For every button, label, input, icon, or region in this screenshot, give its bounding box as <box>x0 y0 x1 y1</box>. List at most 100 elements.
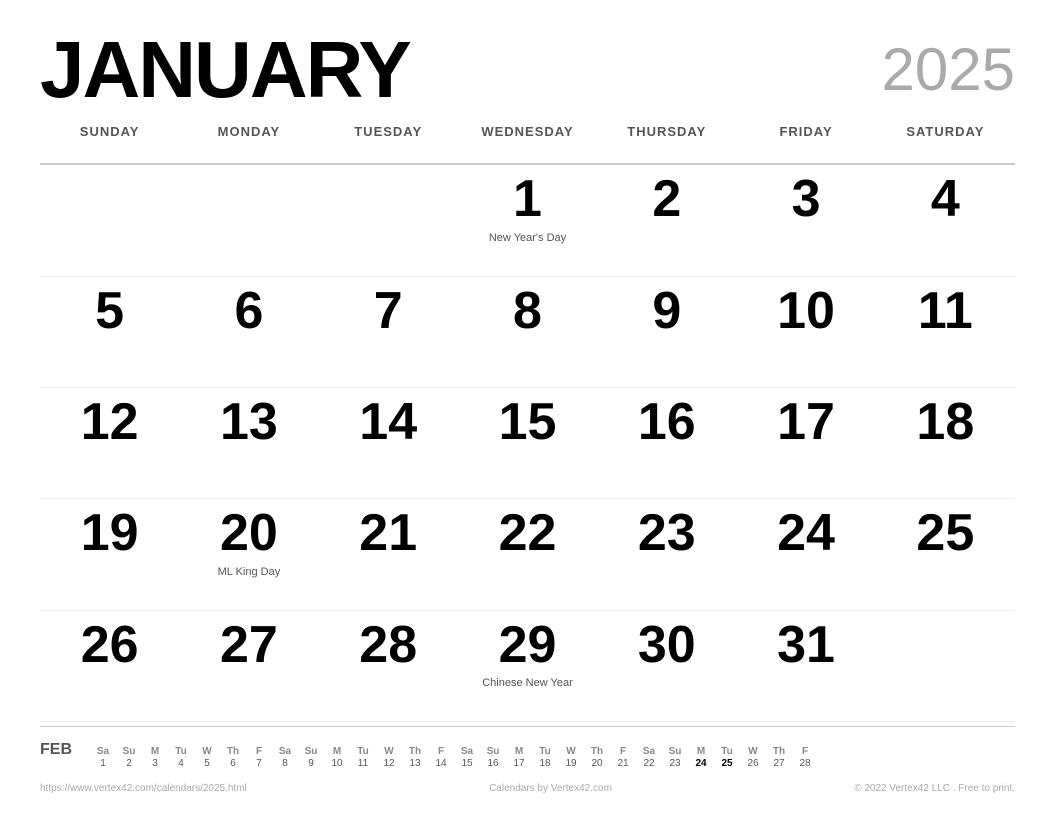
day-cell: 31 <box>736 611 875 722</box>
day-number: 14 <box>359 394 417 451</box>
day-cell <box>876 611 1015 722</box>
day-number: 6 <box>234 283 263 340</box>
mini-day-value: 12 <box>376 758 402 769</box>
day-header: MONDAY <box>179 118 318 165</box>
mini-day-value: 14 <box>428 758 454 769</box>
day-event: New Year's Day <box>489 231 566 245</box>
day-cell: 5 <box>40 277 179 388</box>
day-cell: 22 <box>458 499 597 610</box>
day-cell: 6 <box>179 277 318 388</box>
mini-day-value: 18 <box>532 758 558 769</box>
mini-col-header: Sa <box>272 746 298 757</box>
mini-day-value: 10 <box>324 758 350 769</box>
day-number: 7 <box>374 283 403 340</box>
day-header: SUNDAY <box>40 118 179 165</box>
day-number: 23 <box>638 505 696 562</box>
mini-day-value: 26 <box>740 758 766 769</box>
day-number: 26 <box>81 617 139 674</box>
day-cell: 17 <box>736 388 875 499</box>
day-number: 18 <box>916 394 974 451</box>
mini-day-value: 15 <box>454 758 480 769</box>
mini-day-value: 6 <box>220 758 246 769</box>
mini-col-header: W <box>740 746 766 757</box>
mini-col-header: Tu <box>350 746 376 757</box>
day-number: 16 <box>638 394 696 451</box>
day-cell: 2 <box>597 165 736 276</box>
day-number: 8 <box>513 283 542 340</box>
day-cell <box>319 165 458 276</box>
mini-col-header: Th <box>766 746 792 757</box>
mini-col-header: F <box>428 746 454 757</box>
day-cell: 11 <box>876 277 1015 388</box>
day-number: 27 <box>220 617 278 674</box>
mini-day-value: 3 <box>142 758 168 769</box>
mini-day-value: 27 <box>766 758 792 769</box>
day-cell: 19 <box>40 499 179 610</box>
mini-col-header: Su <box>480 746 506 757</box>
mini-col-header: M <box>324 746 350 757</box>
day-number: 10 <box>777 283 835 340</box>
mini-col-header: Su <box>116 746 142 757</box>
attr-left: https://www.vertex42.com/calendars/2025.… <box>40 783 247 794</box>
day-number: 25 <box>916 505 974 562</box>
mini-col-header: Tu <box>714 746 740 757</box>
mini-col-header: M <box>506 746 532 757</box>
mini-col-header: Sa <box>636 746 662 757</box>
day-number: 3 <box>792 171 821 228</box>
mini-rows: SaSuMTuWThFSaSuMTuWThFSaSuMTuWThFSaSuMTu… <box>90 746 818 769</box>
day-cell: 24 <box>736 499 875 610</box>
day-number: 22 <box>499 505 557 562</box>
day-header: FRIDAY <box>736 118 875 165</box>
day-number: 5 <box>95 283 124 340</box>
mini-col-header: F <box>246 746 272 757</box>
day-cell: 30 <box>597 611 736 722</box>
mini-col-header: Sa <box>454 746 480 757</box>
mini-day-value: 24 <box>688 758 714 769</box>
mini-col-header: W <box>376 746 402 757</box>
mini-calendar-row: FEBSaSuMTuWThFSaSuMTuWThFSaSuMTuWThFSaSu… <box>40 741 1015 769</box>
day-cell: 10 <box>736 277 875 388</box>
divider <box>40 726 1015 727</box>
mini-col-header: W <box>194 746 220 757</box>
day-cell: 21 <box>319 499 458 610</box>
day-cell: 25 <box>876 499 1015 610</box>
day-cell: 20ML King Day <box>179 499 318 610</box>
mini-col-header: Tu <box>532 746 558 757</box>
day-number: 31 <box>777 617 835 674</box>
day-cell: 3 <box>736 165 875 276</box>
mini-day-value: 28 <box>792 758 818 769</box>
day-cell: 18 <box>876 388 1015 499</box>
day-cell: 4 <box>876 165 1015 276</box>
day-number: 13 <box>220 394 278 451</box>
day-cell: 29Chinese New Year <box>458 611 597 722</box>
month-title: JANUARY <box>40 30 410 110</box>
mini-day-value: 1 <box>90 758 116 769</box>
mini-day-value: 20 <box>584 758 610 769</box>
mini-day-value: 11 <box>350 758 376 769</box>
mini-day-value: 16 <box>480 758 506 769</box>
mini-day-value: 23 <box>662 758 688 769</box>
day-number: 30 <box>638 617 696 674</box>
day-header: THURSDAY <box>597 118 736 165</box>
day-number: 2 <box>652 171 681 228</box>
day-cell: 26 <box>40 611 179 722</box>
day-number: 11 <box>918 283 973 340</box>
day-header: WEDNESDAY <box>458 118 597 165</box>
mini-calendar-section: FEBSaSuMTuWThFSaSuMTuWThFSaSuMTuWThFSaSu… <box>40 741 1015 794</box>
mini-col-header: Th <box>584 746 610 757</box>
day-number: 9 <box>652 283 681 340</box>
day-number: 19 <box>81 505 139 562</box>
day-number: 21 <box>359 505 417 562</box>
mini-col-header: M <box>142 746 168 757</box>
calendar-grid: SUNDAYMONDAYTUESDAYWEDNESDAYTHURSDAYFRID… <box>40 118 1015 722</box>
day-event: Chinese New Year <box>482 676 573 690</box>
day-number: 24 <box>777 505 835 562</box>
day-number: 28 <box>359 617 417 674</box>
day-cell: 9 <box>597 277 736 388</box>
calendar-header: JANUARY 2025 <box>40 30 1015 110</box>
day-cell <box>179 165 318 276</box>
attribution-bar: https://www.vertex42.com/calendars/2025.… <box>40 779 1015 794</box>
day-event: ML King Day <box>218 565 281 579</box>
mini-day-value: 21 <box>610 758 636 769</box>
mini-day-value: 17 <box>506 758 532 769</box>
